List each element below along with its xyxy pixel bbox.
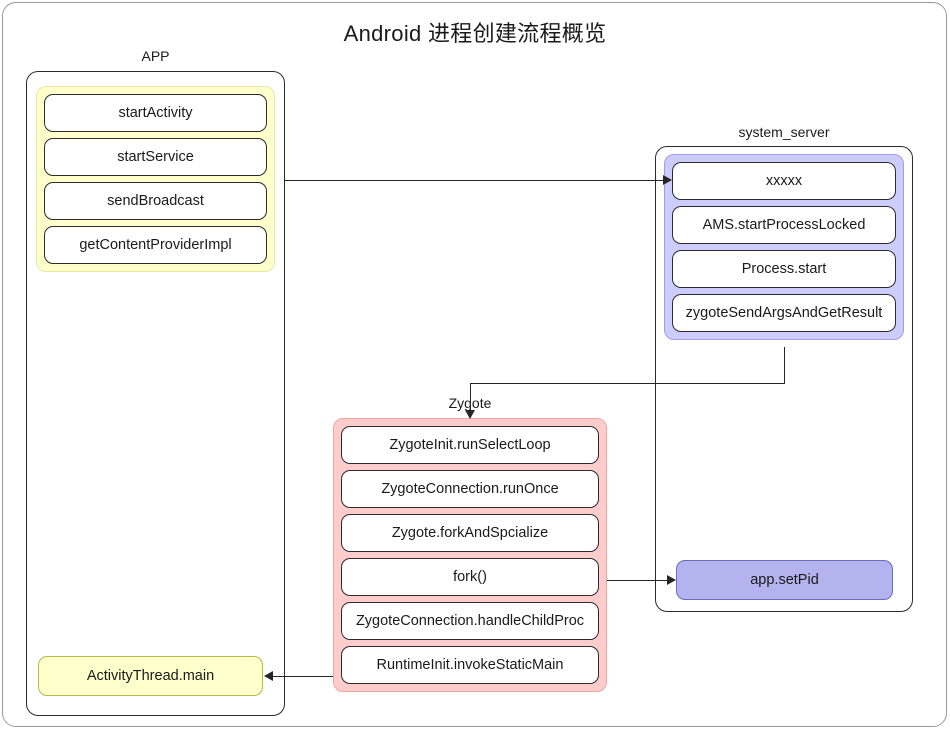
lane-label-app: APP <box>141 48 170 64</box>
edge-invoke-static-main-to-activitythread-main <box>268 676 333 677</box>
node-get-content-provider-impl[interactable]: getContentProviderImpl <box>44 226 267 264</box>
group-app-entrypoints: startActivity startService sendBroadcast… <box>36 86 275 272</box>
node-zygote-connection-handle-child-proc[interactable]: ZygoteConnection.handleChildProc <box>341 602 599 640</box>
node-xxxxx[interactable]: xxxxx <box>672 162 896 200</box>
diagram-canvas: Android 进程创建流程概览 APP startActivity start… <box>0 0 950 731</box>
node-start-service[interactable]: startService <box>44 138 267 176</box>
node-fork[interactable]: fork() <box>341 558 599 596</box>
node-zygote-send-args-and-get-result[interactable]: zygoteSendArgsAndGetResult <box>672 294 896 332</box>
node-zygote-fork-and-spcialize[interactable]: Zygote.forkAndSpcialize <box>341 514 599 552</box>
edge-fork-to-app-setpid-arrowhead <box>667 575 676 585</box>
edge-zygote-send-args-segment-left <box>470 383 785 384</box>
edge-app-to-system-server <box>285 180 668 181</box>
edge-zygote-send-args-segment-down <box>784 347 785 383</box>
node-zygote-init-run-select-loop[interactable]: ZygoteInit.runSelectLoop <box>341 426 599 464</box>
edge-fork-to-app-setpid <box>607 580 671 581</box>
node-start-activity[interactable]: startActivity <box>44 94 267 132</box>
edge-invoke-static-main-arrowhead <box>264 671 273 681</box>
node-runtime-init-invoke-static-main[interactable]: RuntimeInit.invokeStaticMain <box>341 646 599 684</box>
node-activity-thread-main[interactable]: ActivityThread.main <box>38 656 263 696</box>
node-process-start[interactable]: Process.start <box>672 250 896 288</box>
node-send-broadcast[interactable]: sendBroadcast <box>44 182 267 220</box>
node-ams-start-process-locked[interactable]: AMS.startProcessLocked <box>672 206 896 244</box>
edge-app-to-system-server-arrowhead <box>663 175 672 185</box>
group-system-server-calls: xxxxx AMS.startProcessLocked Process.sta… <box>664 154 904 340</box>
group-zygote-calls: ZygoteInit.runSelectLoop ZygoteConnectio… <box>333 418 607 692</box>
node-app-set-pid[interactable]: app.setPid <box>676 560 893 600</box>
page-title: Android 进程创建流程概览 <box>343 21 607 46</box>
node-zygote-connection-run-once[interactable]: ZygoteConnection.runOnce <box>341 470 599 508</box>
lane-label-system-server: system_server <box>738 124 830 140</box>
edge-zygote-send-args-arrowhead <box>465 410 475 419</box>
